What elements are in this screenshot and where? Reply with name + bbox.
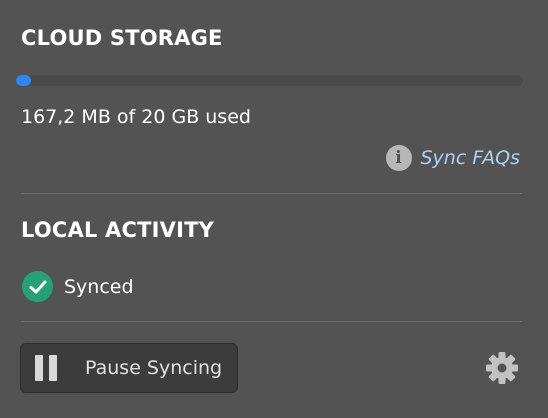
- section-divider: [21, 321, 522, 322]
- sync-status-text: Synced: [64, 275, 134, 298]
- gear-icon[interactable]: [485, 351, 519, 385]
- check-circle-icon: [22, 271, 53, 302]
- local-activity-title: LOCAL ACTIVITY: [21, 218, 215, 242]
- storage-usage-text: 167,2 MB of 20 GB used: [21, 106, 251, 128]
- pause-icon: [35, 355, 57, 381]
- cloud-storage-title: CLOUD STORAGE: [21, 26, 223, 50]
- info-icon: i: [385, 145, 412, 171]
- section-divider: [21, 193, 522, 194]
- pause-syncing-button[interactable]: Pause Syncing: [20, 343, 238, 393]
- pause-syncing-label: Pause Syncing: [85, 357, 223, 379]
- sync-panel: CLOUD STORAGE 167,2 MB of 20 GB used i S…: [0, 0, 548, 418]
- sync-faqs-label: Sync FAQs: [420, 147, 521, 169]
- sync-faqs-link[interactable]: i Sync FAQs: [385, 145, 521, 171]
- sync-status: Synced: [22, 271, 134, 302]
- storage-progress-bar: [16, 75, 523, 86]
- storage-progress-fill: [16, 75, 31, 86]
